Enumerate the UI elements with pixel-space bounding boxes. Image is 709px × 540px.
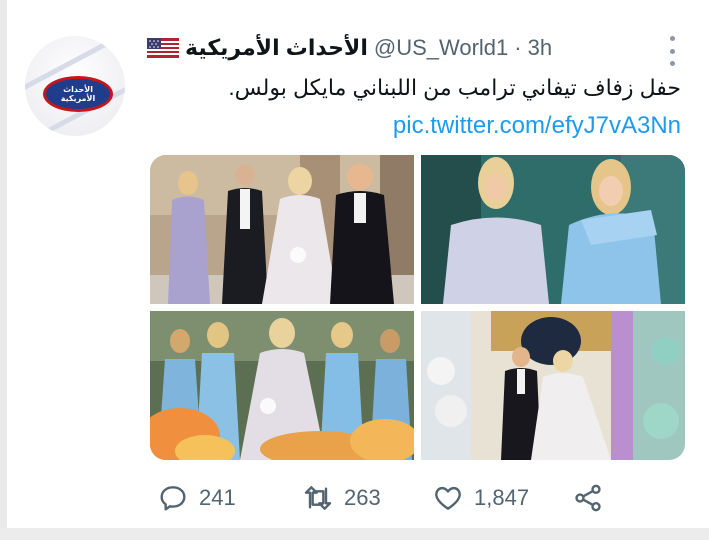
account-handle[interactable]: @US_World1 [374,35,508,61]
display-name[interactable]: الأحداث الأمريكية [185,35,368,61]
share-icon [575,484,601,512]
reply-icon [160,486,186,511]
avatar-badge-line1: الأحداث [63,85,93,94]
photo-family-portrait[interactable] [150,155,414,304]
retweet-icon [304,486,332,510]
tweet-actions: 241 263 1,847 [157,478,627,518]
reply-button[interactable]: 241 [157,482,302,514]
reply-count: 241 [199,485,236,510]
tweet-card[interactable]: الأحداث الأمريكية الأحداث الأمريكية @US_… [7,0,709,528]
avatar-logo-badge: الأحداث الأمريكية [43,76,113,112]
share-button[interactable] [572,482,604,514]
separator-dot: · [514,35,522,60]
like-button[interactable]: 1,847 [432,482,572,514]
media-grid[interactable] [150,155,685,460]
photo-bride-and-sister[interactable] [421,155,685,304]
tweet-header: الأحداث الأمريكية @US_World1 · 3h [147,33,627,63]
heart-icon [435,486,461,510]
us-flag-icon [147,38,179,58]
more-vertical-icon[interactable] [667,36,677,66]
tweet-time[interactable]: 3h [528,35,552,61]
photo-aisle-walk[interactable] [421,311,685,460]
tweet-text: حفل زفاف تيفاني ترامب من اللبناني مايكل … [228,75,681,100]
window-frame-bottom [0,528,709,540]
avatar-badge-line2: الأمريكية [60,94,96,103]
retweet-count: 263 [344,485,381,510]
photo-bridal-party[interactable] [150,311,414,460]
retweet-button[interactable]: 263 [302,482,432,514]
like-count: 1,847 [474,485,530,510]
window-frame-left [0,0,7,540]
avatar[interactable]: الأحداث الأمريكية [25,36,125,136]
tweet-media-link[interactable]: pic.twitter.com/efyJ7vA3Nn [393,112,681,140]
